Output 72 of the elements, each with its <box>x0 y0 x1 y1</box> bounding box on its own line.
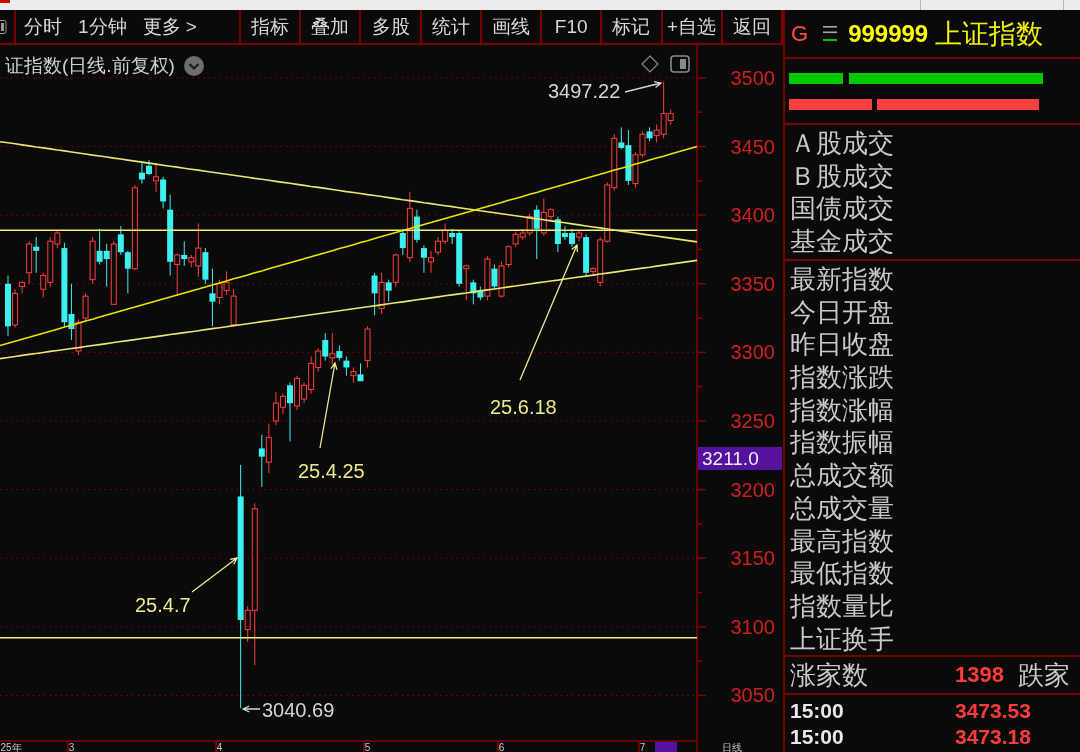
annotation-label: 25.6.18 <box>490 396 557 418</box>
toolbar-button[interactable]: +自选 <box>662 10 723 43</box>
field-label: 指数振幅 <box>790 426 894 460</box>
annotation-label: 25.4.7 <box>135 594 191 616</box>
field-label: 最高指数 <box>790 524 894 558</box>
dropdown-icon[interactable] <box>183 56 204 76</box>
axis-label: 3050 <box>730 684 775 707</box>
panel-icon[interactable] <box>0 19 7 34</box>
axis-label: 5 <box>364 742 371 752</box>
lines-icon[interactable] <box>823 26 838 41</box>
view-button[interactable]: 1分钟 <box>78 13 127 40</box>
period-label: 日线 <box>722 742 742 752</box>
axis-label: 4 <box>216 742 223 752</box>
field-label: Ａ股成交 <box>790 127 894 160</box>
view-button[interactable]: 分时 <box>24 13 62 40</box>
axis-label: 3100 <box>730 615 775 638</box>
axis-label: 3300 <box>730 341 775 364</box>
axis-label: 3200 <box>730 478 775 501</box>
stock-name: 上证指数 <box>935 17 1044 51</box>
annotation-arrow <box>191 557 239 593</box>
axis-label: 3400 <box>730 204 775 227</box>
field-label: 指数量比 <box>790 589 894 623</box>
corner-mark-icon <box>0 0 10 3</box>
toolbar-button[interactable]: 画线 <box>481 10 543 43</box>
field-label: 最新指数 <box>790 263 894 296</box>
annotation-arrow <box>624 80 663 93</box>
toolbar-button[interactable]: 叠加 <box>301 10 362 43</box>
toolbar-button[interactable]: 指标 <box>241 10 302 43</box>
axis-label: 3 <box>68 742 75 752</box>
axis-label: 3350 <box>730 272 775 295</box>
tick-time: 15:00 <box>790 699 844 723</box>
axis-label: 3150 <box>730 547 775 570</box>
field-label: 跌家 <box>1018 658 1070 692</box>
annotation-label: 25.4.25 <box>298 460 365 482</box>
annotation-arrow <box>241 705 261 713</box>
toggle-icon[interactable] <box>670 55 690 73</box>
market-letter: G <box>791 20 809 47</box>
tick-price: 3473.53 <box>955 699 1031 723</box>
field-label: 基金成交 <box>790 225 894 258</box>
field-label: 总成交量 <box>790 491 894 525</box>
field-label: 指数涨跌 <box>790 361 894 394</box>
toolbar-button[interactable]: F10 <box>542 10 603 43</box>
tick-time: 15:00 <box>790 725 844 749</box>
cursor-marker-icon <box>655 742 677 752</box>
field-label: 国债成交 <box>790 192 894 226</box>
field-label: 涨家数 <box>790 658 868 692</box>
axis-label: 3450 <box>730 135 775 158</box>
axis-label: 3250 <box>730 410 775 432</box>
axis-label: 3500 <box>730 66 775 89</box>
field-label: 昨日收盘 <box>790 328 894 362</box>
toolbar-button[interactable]: 标记 <box>602 10 663 43</box>
field-label: 总成交额 <box>790 459 894 492</box>
annotation-label: 3497.22 <box>548 80 621 102</box>
field-label: 指数涨幅 <box>790 393 894 427</box>
chart-title: 证指数(日线.前复权) <box>5 54 175 78</box>
field-label: 最低指数 <box>790 557 894 590</box>
field-label: Ｂ股成交 <box>790 159 894 193</box>
annotation-label: 3040.69 <box>262 699 335 721</box>
toolbar-button[interactable]: 返回 <box>722 10 783 43</box>
toolbar-button[interactable]: 多股 <box>361 10 422 43</box>
field-label: 今日开盘 <box>790 295 894 329</box>
field-label: 上证换手 <box>790 622 894 656</box>
axis-label: 25年 <box>0 742 22 752</box>
stock-code: 999999 <box>848 19 929 48</box>
tick-price: 3473.18 <box>955 725 1031 749</box>
axis-label: 7 <box>639 742 646 752</box>
price-tag: 3211.0 <box>698 447 782 470</box>
diamond-icon[interactable] <box>641 55 659 73</box>
view-button[interactable]: 更多 > <box>142 13 197 40</box>
axis-label: 6 <box>498 742 505 752</box>
toolbar-button[interactable]: 统计 <box>421 10 482 43</box>
advancers-count: 1398 <box>955 662 1004 688</box>
